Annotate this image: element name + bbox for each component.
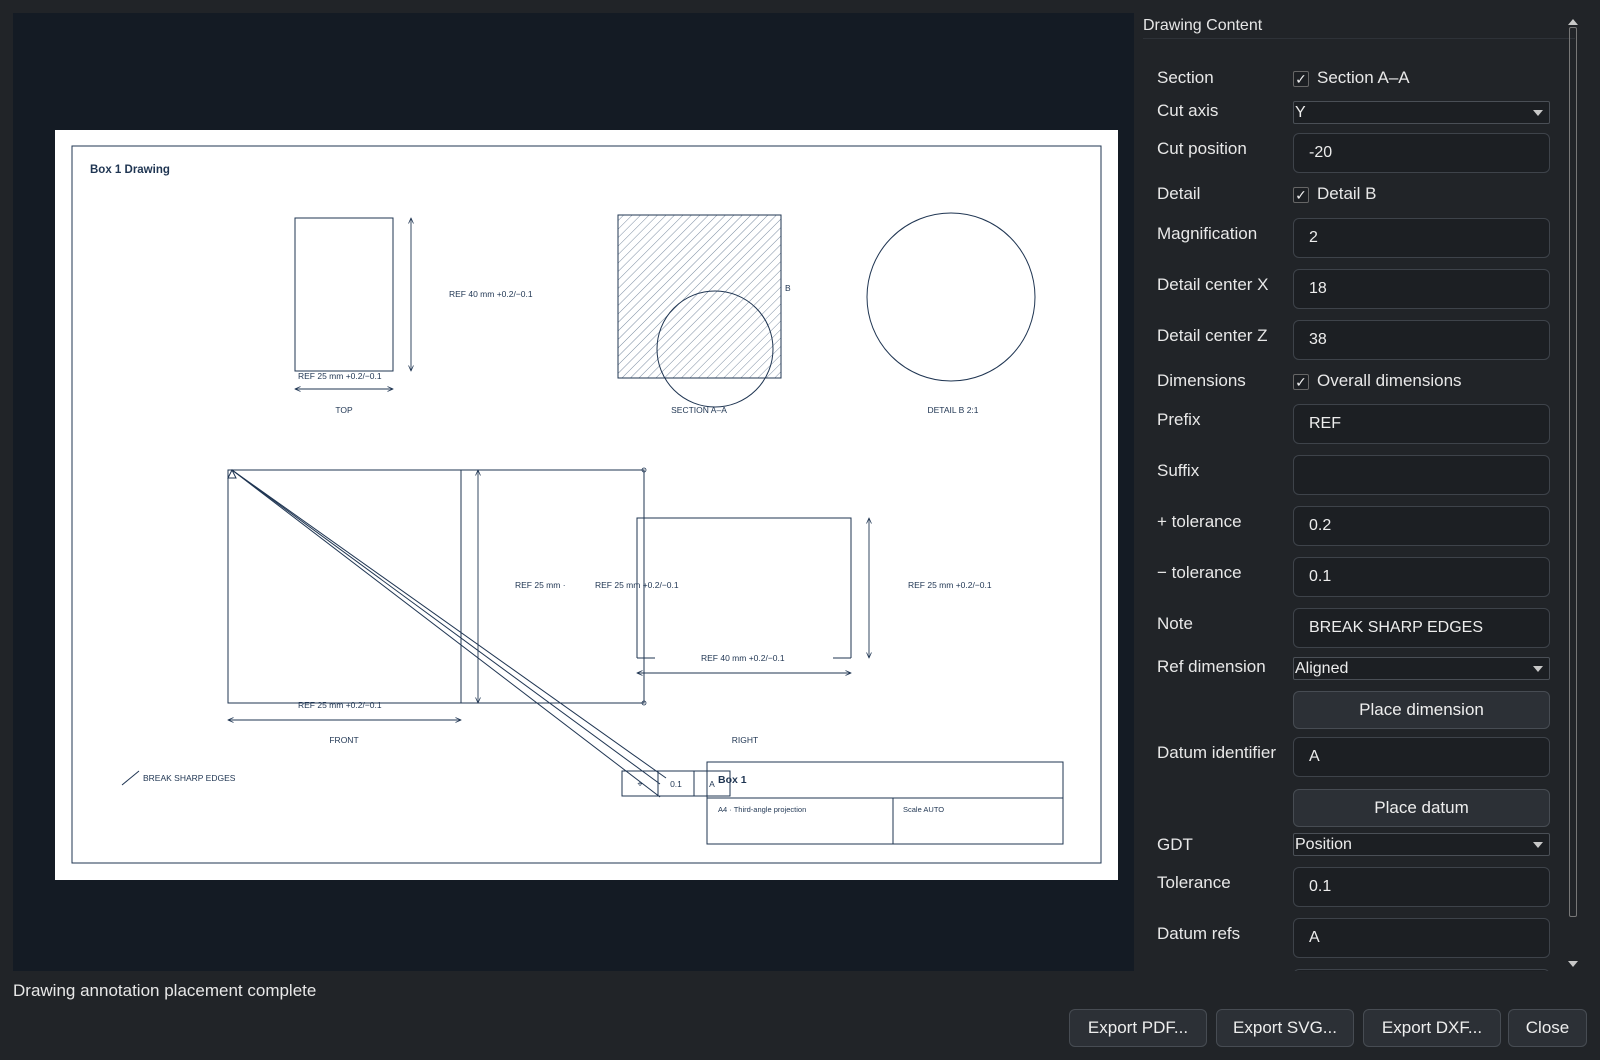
section-checkbox[interactable]: ✓ Section A–A <box>1293 68 1410 88</box>
datum-identifier-label: Datum identifier <box>1157 743 1277 762</box>
magnification-label: Magnification <box>1157 224 1258 243</box>
overall-dimensions-checkbox-box[interactable]: ✓ <box>1293 374 1309 390</box>
panel-title: Drawing Content <box>1143 17 1263 34</box>
detail-center-z-input[interactable] <box>1293 320 1550 360</box>
chevron-down-icon <box>1533 666 1543 672</box>
drawing-note: BREAK SHARP EDGES <box>143 773 236 783</box>
front-view <box>227 469 462 704</box>
note-input[interactable] <box>1293 608 1550 648</box>
top-vertical-dim: REF 40 mm +0.2/−0.1 <box>449 289 533 299</box>
section-view <box>617 214 782 379</box>
gdt-select[interactable]: Position <box>1293 833 1550 856</box>
gdt-value: Position <box>1295 836 1352 853</box>
suffix-label: Suffix <box>1157 461 1200 480</box>
panel-scrollbar[interactable] <box>1564 13 1584 971</box>
close-button[interactable]: Close <box>1508 1009 1587 1047</box>
overall-dimensions-checkbox[interactable]: ✓ Overall dimensions <box>1293 371 1462 391</box>
leader-line-2 <box>231 469 661 798</box>
export-pdf-button[interactable]: Export PDF... <box>1069 1009 1207 1047</box>
fcf-position-symbol: ⌖ <box>637 779 642 789</box>
top-horizontal-dim: REF 25 mm +0.2/−0.1 <box>298 371 382 381</box>
detail-center-z-label: Detail center Z <box>1157 326 1268 345</box>
prefix-input[interactable] <box>1293 404 1550 444</box>
right-side-dim: REF 25 mm +0.2/−0.1 <box>908 580 992 590</box>
sheet-border <box>71 145 1102 864</box>
place-datum-button[interactable]: Place datum <box>1293 789 1550 827</box>
dimensions-label: Dimensions <box>1157 371 1246 390</box>
front-horizontal-dim: REF 25 mm +0.2/−0.1 <box>298 700 382 710</box>
drawing-title: Box 1 Drawing <box>90 164 170 176</box>
minus-tolerance-label: − tolerance <box>1157 563 1242 582</box>
detail-view-label: DETAIL B 2:1 <box>927 405 978 415</box>
title-block-scale: Scale AUTO <box>903 805 944 814</box>
top-view <box>294 217 394 372</box>
tolerance-input[interactable] <box>1293 867 1550 907</box>
right-view-label: RIGHT <box>732 735 758 745</box>
export-svg-button[interactable]: Export SVG... <box>1216 1009 1354 1047</box>
cut-axis-label: Cut axis <box>1157 101 1219 120</box>
cut-position-label: Cut position <box>1157 139 1247 158</box>
prefix-label: Prefix <box>1157 410 1201 429</box>
datum-refs-label: Datum refs <box>1157 924 1241 943</box>
title-block <box>706 761 1064 845</box>
leader-line-3 <box>231 469 661 785</box>
detail-label: Detail <box>1157 184 1201 203</box>
section-label: Section <box>1157 68 1214 87</box>
fcf-datum: A <box>709 779 715 789</box>
note-leader <box>121 770 140 786</box>
minus-tolerance-input[interactable] <box>1293 557 1550 597</box>
tolerance-label: Tolerance <box>1157 873 1231 892</box>
drawing-canvas: Box 1 Drawing REF 40 mm +0.2/−0.1 REF 25… <box>71 145 1102 864</box>
ref-dimension-select[interactable]: Aligned <box>1293 657 1550 680</box>
note-label: Note <box>1157 614 1193 633</box>
title-block-sheet: A4 · Third-angle projection <box>718 805 806 814</box>
fcf-tolerance: 0.1 <box>670 779 682 789</box>
section-checkbox-box[interactable]: ✓ <box>1293 71 1309 87</box>
place-dimension-button[interactable]: Place dimension <box>1293 691 1550 729</box>
magnification-input[interactable] <box>1293 218 1550 258</box>
chevron-down-icon <box>1533 842 1543 848</box>
detail-marker-label: B <box>785 283 791 293</box>
next-field-partial[interactable] <box>1293 969 1550 971</box>
title-block-name: Box 1 <box>718 774 747 786</box>
drawing-sheet: Box 1 Drawing REF 40 mm +0.2/−0.1 REF 25… <box>55 130 1118 880</box>
drawing-content-panel: Drawing Content Section ✓ Section A–A Cut… <box>1143 13 1575 971</box>
front-view-label: FRONT <box>329 735 358 745</box>
detail-center-x-label: Detail center X <box>1157 275 1269 294</box>
cut-position-input[interactable] <box>1293 133 1550 173</box>
gdt-label: GDT <box>1157 835 1193 854</box>
section-view-label: SECTION A–A <box>671 405 727 415</box>
top-view-label: TOP <box>335 405 353 415</box>
detail-checkbox[interactable]: ✓ Detail B <box>1293 184 1377 204</box>
front-mid-left-dim: REF 25 mm · <box>515 580 566 590</box>
drawing-preview: Box 1 Drawing REF 40 mm +0.2/−0.1 REF 25… <box>13 13 1134 971</box>
plus-tolerance-label: + tolerance <box>1157 512 1242 531</box>
detail-checkbox-box[interactable]: ✓ <box>1293 187 1309 203</box>
scrollbar-thumb[interactable] <box>1569 27 1577 917</box>
cut-axis-value: Y <box>1295 104 1306 121</box>
suffix-input[interactable] <box>1293 455 1550 495</box>
export-dxf-button[interactable]: Export DXF... <box>1363 1009 1501 1047</box>
section-checkbox-label: Section A–A <box>1317 68 1410 87</box>
panel-frame <box>1143 38 1575 971</box>
ref-dimension-value: Aligned <box>1295 660 1349 677</box>
cut-axis-select[interactable]: Y <box>1293 101 1550 124</box>
detail-view <box>866 212 1036 382</box>
detail-checkbox-label: Detail B <box>1317 184 1377 203</box>
datum-triangle <box>227 468 237 479</box>
scroll-down-icon[interactable] <box>1568 961 1578 967</box>
overall-dimensions-label: Overall dimensions <box>1317 371 1462 390</box>
ref-dimension-label: Ref dimension <box>1157 657 1266 676</box>
datum-identifier-input[interactable] <box>1293 737 1550 777</box>
status-message: Drawing annotation placement complete <box>13 981 317 1000</box>
scroll-up-icon[interactable] <box>1568 19 1578 25</box>
plus-tolerance-input[interactable] <box>1293 506 1550 546</box>
detail-center-x-input[interactable] <box>1293 269 1550 309</box>
right-horizontal-dim: REF 40 mm +0.2/−0.1 <box>701 653 785 663</box>
chevron-down-icon <box>1533 110 1543 116</box>
leader-line-1 <box>231 469 667 779</box>
datum-refs-input[interactable] <box>1293 918 1550 958</box>
